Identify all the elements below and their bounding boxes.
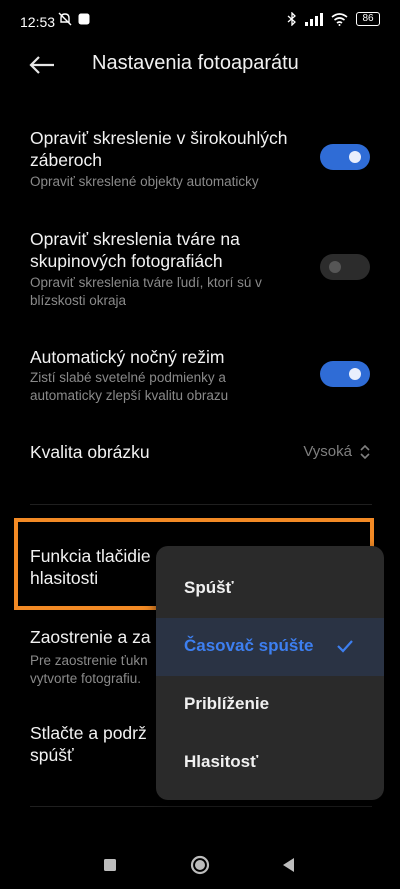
home-circle-icon[interactable] <box>189 854 211 876</box>
setting-night-mode[interactable]: Automatický nočný režim Zistí slabé svet… <box>0 344 400 414</box>
dropdown-item-shutter[interactable]: Spúšť <box>156 560 384 618</box>
setting-wide-angle[interactable]: Opraviť skreslenie v širokouhlých zábero… <box>0 125 400 195</box>
recents-square-icon[interactable] <box>99 854 121 876</box>
setting-title: Opraviť skreslenie v širokouhlých zábero… <box>30 128 288 170</box>
night-mode-toggle[interactable] <box>320 361 370 387</box>
dropdown-item-label: Časovač spúšte <box>184 636 314 655</box>
navigation-bar <box>0 840 400 889</box>
status-left-icons <box>58 12 90 26</box>
check-icon <box>337 640 353 653</box>
dropdown-item-volume[interactable]: Hlasitosť <box>156 734 384 792</box>
group-faces-toggle[interactable] <box>320 254 370 280</box>
wifi-icon <box>331 12 348 26</box>
volume-function-dropdown: Spúšť Časovač spúšte Priblíženie Hlasito… <box>156 546 384 800</box>
app-bar: Nastavenia fotoaparátu <box>0 40 400 90</box>
dropdown-item-label: Priblíženie <box>184 694 270 713</box>
divider <box>30 504 372 505</box>
setting-subtitle: Opraviť skreslené objekty automaticky <box>30 174 259 189</box>
status-bar: 12:53 86 <box>0 0 400 44</box>
chevron-up-down-icon <box>360 444 370 460</box>
setting-image-quality[interactable]: Kvalita obrázku Vysoká <box>0 440 400 466</box>
dropdown-item-zoom[interactable]: Priblíženie <box>156 676 384 734</box>
page-title: Nastavenia fotoaparátu <box>92 52 299 74</box>
signal-icon <box>305 12 323 26</box>
do-not-disturb-icon <box>58 12 72 26</box>
back-triangle-icon[interactable] <box>278 854 300 876</box>
setting-title: Automatický nočný režim <box>30 347 225 367</box>
setting-title: Opraviť skreslenia tváre na skupinových … <box>30 229 240 271</box>
dropdown-item-label: Spúšť <box>184 578 234 597</box>
dropdown-item-label: Hlasitosť <box>184 752 259 771</box>
wide-angle-toggle[interactable] <box>320 144 370 170</box>
bluetooth-icon <box>287 12 296 26</box>
arrow-left-icon[interactable] <box>26 52 60 78</box>
app-notification-icon <box>78 13 90 25</box>
dropdown-item-timer[interactable]: Časovač spúšte <box>156 618 384 676</box>
setting-subtitle: Zistí slabé svetelné podmienky a automat… <box>30 370 229 403</box>
image-quality-value: Vysoká <box>303 443 352 460</box>
setting-title: Kvalita obrázku <box>30 442 150 462</box>
status-right-icons: 86 <box>287 12 380 26</box>
battery-icon: 86 <box>356 12 380 26</box>
setting-subtitle: Opraviť skreslenia tváre ľudí, ktorí sú … <box>30 275 262 308</box>
divider <box>30 806 372 807</box>
status-time: 12:53 <box>20 14 56 30</box>
setting-group-faces[interactable]: Opraviť skreslenia tváre na skupinových … <box>0 226 400 316</box>
